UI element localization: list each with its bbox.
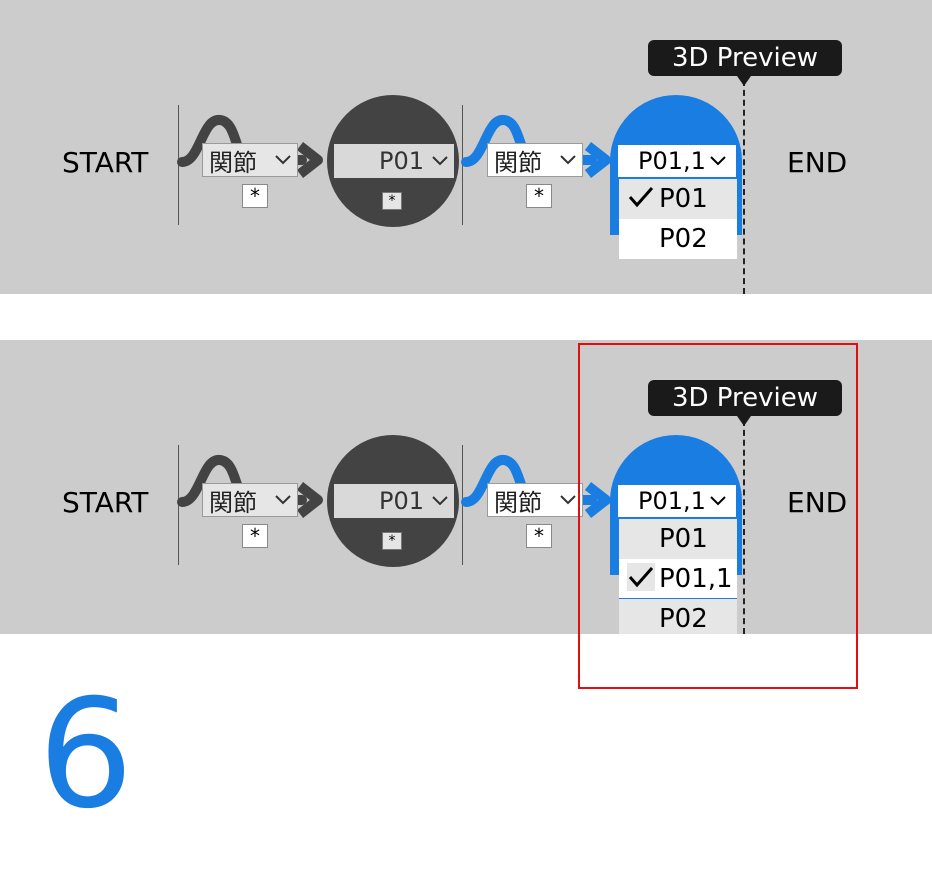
joint-select-1[interactable]: 関節	[202, 143, 298, 177]
wildcard-button-1[interactable]: *	[242, 524, 268, 548]
node-wildcard-button[interactable]: *	[382, 532, 402, 550]
joint-select-2[interactable]: 関節	[487, 143, 583, 177]
step-number: 6	[38, 668, 134, 842]
chevron-down-icon	[560, 495, 576, 505]
dropdown-option[interactable]: P02	[619, 219, 737, 259]
chevron-down-icon	[432, 156, 448, 166]
wildcard-button-2[interactable]: *	[526, 184, 552, 208]
joint-select-1[interactable]: 関節	[202, 483, 298, 517]
badge-pointer	[737, 76, 751, 86]
highlight-box	[578, 343, 858, 689]
chevron-down-icon	[560, 155, 576, 165]
flow-panel-top: START 関節 * P01 * 関節 * P01,1 P01 P02 3D P…	[0, 0, 932, 294]
end-label: END	[787, 146, 848, 179]
pose-select[interactable]: P01,1	[616, 143, 738, 179]
joint-select-2[interactable]: 関節	[487, 483, 583, 517]
wildcard-button-1[interactable]: *	[242, 184, 268, 208]
wildcard-button-2[interactable]: *	[526, 524, 552, 548]
node-select[interactable]: P01	[334, 484, 454, 518]
preview-marker-line	[743, 80, 745, 294]
dropdown-option[interactable]: P01	[619, 179, 737, 219]
node-wildcard-button[interactable]: *	[382, 192, 402, 210]
chevron-down-icon	[432, 496, 448, 506]
chevron-down-icon	[710, 156, 726, 166]
node-select[interactable]: P01	[334, 144, 454, 178]
chevron-down-icon	[275, 495, 291, 505]
preview-badge: 3D Preview	[648, 40, 842, 76]
start-label: START	[62, 486, 149, 519]
start-label: START	[62, 146, 149, 179]
checkmark-icon	[628, 187, 654, 208]
chevron-down-icon	[275, 155, 291, 165]
